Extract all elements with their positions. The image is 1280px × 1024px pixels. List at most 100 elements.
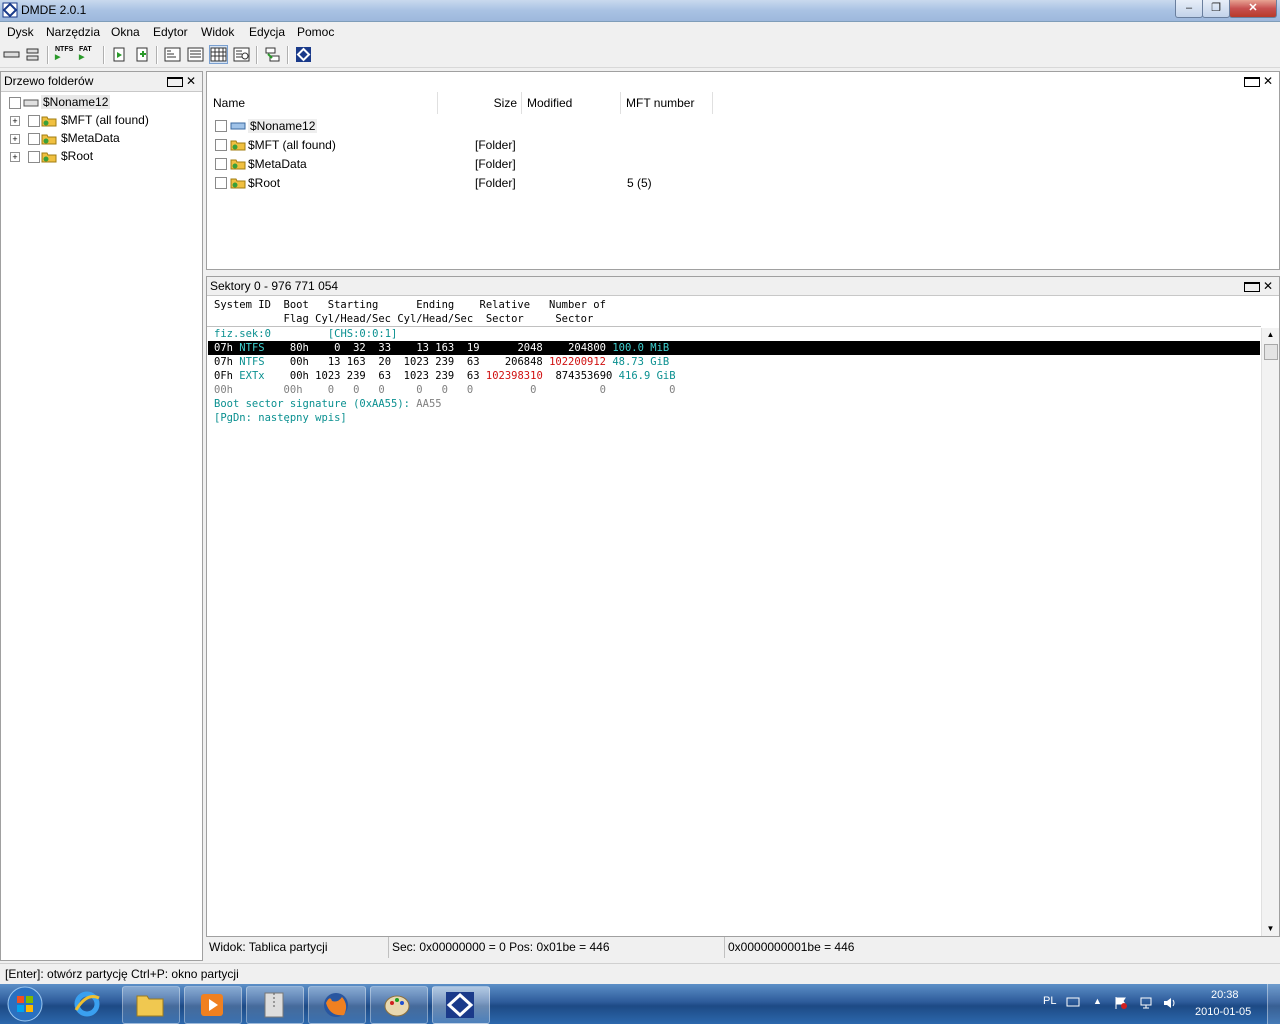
pane-maximize-icon[interactable]: [166, 74, 183, 88]
language-indicator[interactable]: PL: [1043, 995, 1056, 1007]
tree-checkbox[interactable]: [28, 133, 40, 145]
partition-size: 416.9 GiB: [618, 370, 676, 382]
column-header-modified[interactable]: Modified: [522, 92, 621, 114]
taskbar-internet-explorer[interactable]: [59, 986, 115, 1022]
row-checkbox[interactable]: [215, 177, 227, 189]
list-row-noname12[interactable]: $Noname12: [207, 117, 1277, 136]
folder-tree-header: Drzewo folderów ✕: [1, 72, 202, 92]
tree-item-noname12[interactable]: $Noname12: [1, 94, 201, 112]
row-checkbox[interactable]: [215, 139, 227, 151]
maximize-button[interactable]: ❐: [1202, 0, 1230, 18]
sector-vertical-scrollbar[interactable]: ▲ ▼: [1261, 328, 1279, 936]
ntfs-button[interactable]: NTFS ▶: [55, 46, 73, 63]
folder-icon: [230, 159, 246, 170]
pane-close-icon[interactable]: ✕: [1261, 279, 1275, 293]
taskbar-paint[interactable]: [370, 986, 428, 1024]
fat-button[interactable]: FAT ▶: [79, 46, 96, 63]
hint-text: [Enter]: otwórz partycję Ctrl+P: okno pa…: [5, 967, 239, 981]
minimize-button[interactable]: –: [1175, 0, 1203, 18]
column-header-name[interactable]: Name: [208, 92, 438, 114]
pane-maximize-icon[interactable]: [1243, 279, 1260, 293]
partition-sectors: 204800: [568, 342, 606, 354]
partition-row-4[interactable]: 00h 00h 0 0 0 0 0 0 0 0 0: [214, 383, 675, 397]
disk-icon[interactable]: [3, 46, 20, 63]
tree-checkbox[interactable]: [28, 151, 40, 163]
tree-item-label: $Root: [61, 149, 94, 163]
taskbar-firefox[interactable]: [308, 986, 366, 1024]
tree-checkbox[interactable]: [28, 115, 40, 127]
partition-row-3[interactable]: 0Fh EXTx 00h 1023 239 63 1023 239 63 102…: [214, 369, 676, 383]
tree-item-metadata[interactable]: + $MetaData: [1, 130, 201, 148]
view-tree-icon[interactable]: [164, 46, 181, 63]
show-desktop-button[interactable]: [1267, 984, 1280, 1024]
folder-icon: [230, 178, 246, 189]
column-header-mft-number[interactable]: MFT number: [621, 92, 713, 114]
tree-item-root[interactable]: + $Root: [1, 148, 201, 166]
copy-sectors-icon[interactable]: [264, 46, 281, 63]
list-row-root[interactable]: $Root [Folder] 5 (5): [207, 174, 1277, 193]
pane-maximize-icon[interactable]: [1243, 74, 1260, 88]
clock-time[interactable]: 20:38: [1211, 989, 1239, 1001]
row-checkbox[interactable]: [215, 158, 227, 170]
scroll-thumb[interactable]: [1264, 344, 1278, 360]
menu-edycja[interactable]: Edycja: [249, 25, 285, 39]
pane-close-icon[interactable]: ✕: [1261, 74, 1275, 88]
pane-close-icon[interactable]: ✕: [184, 74, 198, 88]
keyboard-icon[interactable]: [1066, 996, 1080, 1008]
partition-row-1[interactable]: 07h NTFS 80h 0 32 33 13 163 19 2048 2048…: [208, 341, 1260, 355]
partition-id: 07h: [214, 356, 233, 368]
list-row-mft[interactable]: $MFT (all found) [Folder]: [207, 136, 1277, 155]
scroll-up-icon[interactable]: ▲: [1262, 328, 1279, 342]
list-row-metadata[interactable]: $MetaData [Folder]: [207, 155, 1277, 174]
disks-icon[interactable]: [24, 46, 41, 63]
show-hidden-icons-icon[interactable]: ▲: [1093, 996, 1102, 1006]
close-button[interactable]: ✕: [1229, 0, 1277, 18]
pgdn-hint[interactable]: [PgDn: następny wpis]: [214, 411, 347, 425]
tree-item-mft[interactable]: + $MFT (all found): [1, 112, 201, 130]
partition-relative-sector: 102398310: [485, 370, 543, 382]
row-size: [Folder]: [475, 157, 516, 171]
menu-pomoc[interactable]: Pomoc: [297, 25, 334, 39]
disk-icon: [230, 122, 246, 130]
partition-geometry: 00h 13 163 20 1023 239 63 206848: [289, 356, 543, 368]
row-size: [Folder]: [475, 176, 516, 190]
network-icon[interactable]: [1139, 996, 1153, 1010]
clock-date[interactable]: 2010-01-05: [1195, 1006, 1251, 1018]
expand-icon[interactable]: +: [10, 116, 20, 126]
volume-icon[interactable]: [1162, 996, 1178, 1010]
open-file-icon[interactable]: [111, 46, 128, 63]
scroll-down-icon[interactable]: ▼: [1262, 922, 1279, 936]
partition-row-2[interactable]: 07h NTFS 00h 13 163 20 1023 239 63 20684…: [214, 355, 669, 369]
row-checkbox[interactable]: [215, 120, 227, 132]
title-bar: DMDE 2.0.1 – ❐ ✕: [0, 0, 1280, 22]
boot-signature-line: Boot sector signature (0xAA55): AA55: [214, 397, 442, 411]
menu-dysk[interactable]: Dysk: [7, 25, 34, 39]
view-partition-table-icon[interactable]: [209, 45, 228, 64]
taskbar-dmde[interactable]: [432, 986, 490, 1024]
view-sectors-icon[interactable]: [233, 46, 250, 63]
partition-sectors: 874353690: [555, 370, 613, 382]
menu-okna[interactable]: Okna: [111, 25, 140, 39]
menu-edytor[interactable]: Edytor: [153, 25, 188, 39]
dmde-app-icon: [2, 2, 18, 18]
dmde-logo-icon[interactable]: [295, 46, 312, 63]
expand-icon[interactable]: +: [10, 152, 20, 162]
fat-label: FAT: [79, 46, 92, 53]
sector-pane: Sektory 0 - 976 771 054 ✕ System ID Boot…: [206, 276, 1280, 937]
partition-id: 0Fh: [214, 370, 233, 382]
taskbar-archive[interactable]: [246, 986, 304, 1024]
tree-item-label: $MFT (all found): [61, 113, 149, 127]
taskbar-media-player[interactable]: [184, 986, 242, 1024]
status-view: Widok: Tablica partycji: [206, 937, 389, 958]
file-list-header-bar: ✕: [207, 72, 1279, 91]
column-header-size[interactable]: Size: [438, 92, 522, 114]
new-file-icon[interactable]: [134, 46, 151, 63]
taskbar-explorer[interactable]: [122, 986, 180, 1024]
menu-narzedzia[interactable]: Narzędzia: [46, 25, 100, 39]
menu-widok[interactable]: Widok: [201, 25, 234, 39]
expand-icon[interactable]: +: [10, 134, 20, 144]
action-center-flag-icon[interactable]: [1114, 996, 1128, 1010]
tree-checkbox[interactable]: [9, 97, 21, 109]
view-list-icon[interactable]: [187, 46, 204, 63]
start-button-icon[interactable]: [5, 985, 45, 1023]
